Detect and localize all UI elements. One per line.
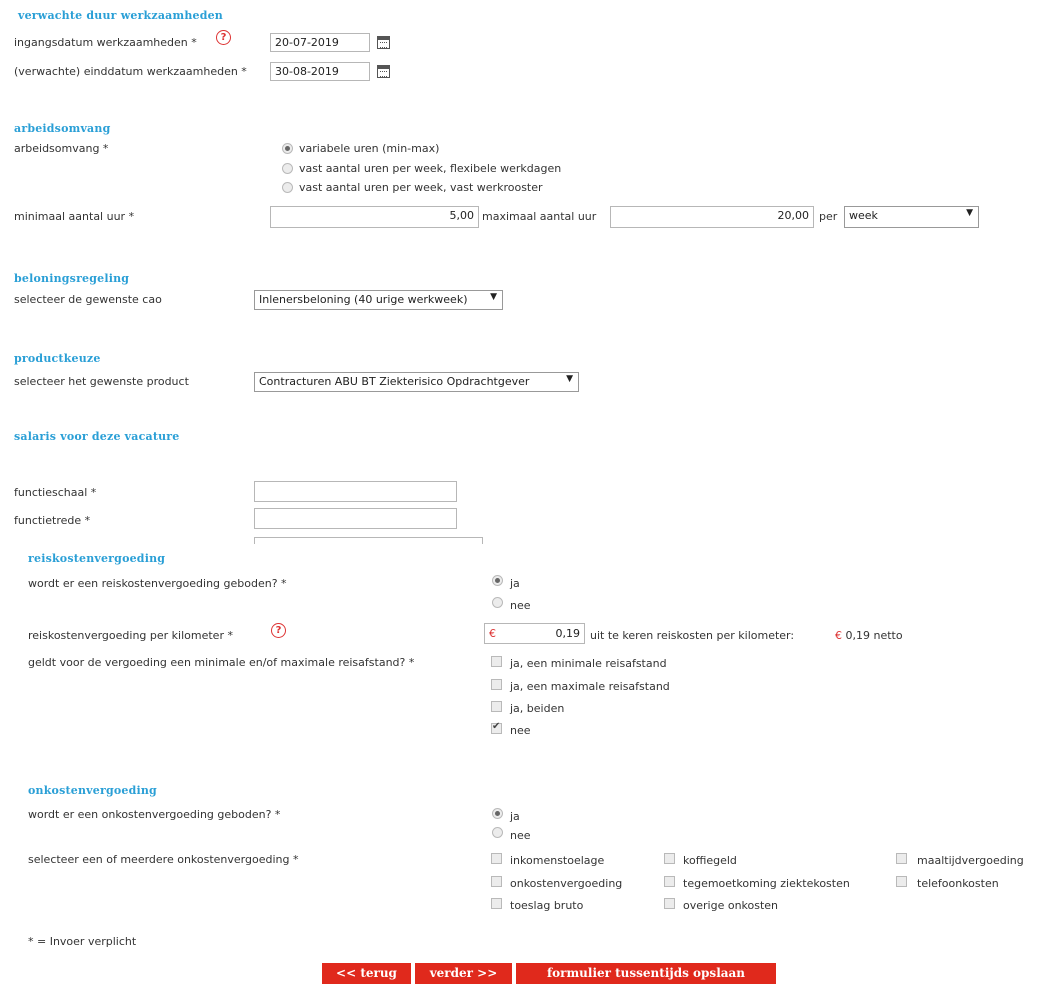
radio-onkosten-ja[interactable] bbox=[492, 808, 503, 819]
uit-label: uit te keren reiskosten per kilometer: bbox=[590, 629, 795, 642]
radio-label: ja bbox=[510, 810, 520, 823]
back-button[interactable]: << terug bbox=[322, 963, 411, 984]
radio-label: ja bbox=[510, 577, 520, 590]
max-hours-label: maximaal aantal uur bbox=[482, 210, 597, 223]
cao-select[interactable]: Inlenersbeloning (40 urige werkweek) ▼ bbox=[254, 290, 503, 310]
checkbox-afstand-max[interactable] bbox=[491, 679, 502, 690]
afstand-label: geldt voor de vergoeding een minimale en… bbox=[28, 656, 415, 669]
checkbox-maaltijdvergoeding[interactable] bbox=[896, 853, 907, 864]
uit-value-wrap: € 0,19 netto bbox=[835, 629, 903, 642]
radio-flexibel[interactable] bbox=[282, 163, 293, 174]
required-note: * = Invoer verplicht bbox=[28, 935, 137, 948]
checkbox-label: tegemoetkoming ziektekosten bbox=[683, 877, 850, 890]
calendar-icon[interactable] bbox=[377, 65, 390, 78]
functietrede-input[interactable] bbox=[254, 508, 457, 529]
checkbox-label: toeslag bruto bbox=[510, 899, 584, 912]
product-label: selecteer het gewenste product bbox=[14, 375, 189, 388]
per-km-label: reiskostenvergoeding per kilometer * bbox=[28, 629, 233, 642]
section-title-product: productkeuze bbox=[14, 352, 101, 365]
per-km-input[interactable]: € 0,19 bbox=[484, 623, 585, 644]
section-title-salaris: salaris voor deze vacature bbox=[14, 430, 180, 443]
per-label: per bbox=[819, 210, 838, 223]
euro-symbol: € bbox=[835, 629, 842, 642]
checkbox-label: overige onkosten bbox=[683, 899, 779, 912]
period-select[interactable]: week ▼ bbox=[844, 206, 979, 228]
end-date-label: (verwachte) einddatum werkzaamheden * bbox=[14, 65, 247, 78]
functieschaal-label: functieschaal * bbox=[14, 486, 97, 499]
checkbox-toeslag-bruto[interactable] bbox=[491, 898, 502, 909]
section-title-reis: reiskostenvergoeding bbox=[28, 552, 166, 565]
checkbox-onkostenvergoeding[interactable] bbox=[491, 876, 502, 887]
section-title-beloning: beloningsregeling bbox=[14, 272, 130, 285]
product-select[interactable]: Contracturen ABU BT Ziekterisico Opdrach… bbox=[254, 372, 579, 392]
period-value: week bbox=[849, 209, 878, 222]
radio-reis-ja[interactable] bbox=[492, 575, 503, 586]
save-draft-button[interactable]: formulier tussentijds opslaan bbox=[516, 963, 776, 984]
dropdown-arrow-icon: ▼ bbox=[566, 374, 573, 384]
radio-label: nee bbox=[510, 599, 531, 612]
checkbox-afstand-nee[interactable] bbox=[491, 721, 502, 734]
section-title-onkosten: onkostenvergoeding bbox=[28, 784, 157, 797]
checkbox-koffiegeld[interactable] bbox=[664, 853, 675, 864]
per-km-value: 0,19 bbox=[555, 627, 581, 640]
product-value: Contracturen ABU BT Ziekterisico Opdrach… bbox=[259, 375, 530, 388]
salary-input-partial bbox=[254, 537, 483, 544]
dropdown-arrow-icon: ▼ bbox=[966, 208, 973, 218]
checkbox-inkomenstoelage[interactable] bbox=[491, 853, 502, 864]
radio-onkosten-nee[interactable] bbox=[492, 827, 503, 838]
checkbox-label: koffiegeld bbox=[683, 854, 737, 867]
checkbox-label: onkostenvergoeding bbox=[510, 877, 623, 890]
checkbox-label: maaltijdvergoeding bbox=[917, 854, 1024, 867]
checkbox-label: inkomenstoelage bbox=[510, 854, 605, 867]
onkosten-select-label: selecteer een of meerdere onkostenvergoe… bbox=[28, 853, 299, 866]
radio-vast[interactable] bbox=[282, 182, 293, 193]
section-title-duur: verwachte duur werkzaamheden bbox=[18, 9, 224, 22]
reis-question: wordt er een reiskostenvergoeding gebode… bbox=[28, 577, 287, 590]
checkbox-label: ja, beiden bbox=[510, 702, 565, 715]
uit-value: 0,19 netto bbox=[845, 629, 903, 642]
checkbox-telefoonkosten[interactable] bbox=[896, 876, 907, 887]
checkbox-label: ja, een minimale reisafstand bbox=[510, 657, 667, 670]
radio-label: vast aantal uren per week, flexibele wer… bbox=[299, 162, 562, 175]
functietrede-label: functietrede * bbox=[14, 514, 91, 527]
checkbox-label: nee bbox=[510, 724, 531, 737]
omvang-label: arbeidsomvang * bbox=[14, 142, 109, 155]
cao-value: Inlenersbeloning (40 urige werkweek) bbox=[259, 293, 468, 306]
functieschaal-input[interactable] bbox=[254, 481, 457, 502]
radio-label: variabele uren (min-max) bbox=[299, 142, 440, 155]
radio-reis-nee[interactable] bbox=[492, 597, 503, 608]
checkbox-ziektekosten[interactable] bbox=[664, 876, 675, 887]
next-button[interactable]: verder >> bbox=[415, 963, 512, 984]
radio-variabele[interactable] bbox=[282, 143, 293, 154]
start-date-label: ingangsdatum werkzaamheden * bbox=[14, 36, 197, 49]
start-date-input[interactable]: 20-07-2019 bbox=[270, 33, 370, 52]
checkbox-overige-onkosten[interactable] bbox=[664, 898, 675, 909]
end-date-input[interactable]: 30-08-2019 bbox=[270, 62, 370, 81]
radio-label: nee bbox=[510, 829, 531, 842]
min-hours-label: minimaal aantal uur * bbox=[14, 210, 135, 223]
onkosten-question: wordt er een onkostenvergoeding geboden?… bbox=[28, 808, 281, 821]
calendar-icon[interactable] bbox=[377, 36, 390, 49]
min-hours-input[interactable]: 5,00 bbox=[270, 206, 479, 228]
radio-label: vast aantal uren per week, vast werkroos… bbox=[299, 181, 543, 194]
euro-symbol: € bbox=[489, 627, 496, 640]
max-hours-input[interactable]: 20,00 bbox=[610, 206, 814, 228]
checkbox-afstand-beiden[interactable] bbox=[491, 701, 502, 712]
section-title-omvang: arbeidsomvang bbox=[14, 122, 111, 135]
cao-label: selecteer de gewenste cao bbox=[14, 293, 162, 306]
help-icon[interactable]: ? bbox=[271, 623, 286, 638]
checkbox-label: ja, een maximale reisafstand bbox=[510, 680, 670, 693]
dropdown-arrow-icon: ▼ bbox=[490, 292, 497, 302]
checkbox-label: telefoonkosten bbox=[917, 877, 999, 890]
help-icon[interactable]: ? bbox=[216, 30, 231, 45]
checkbox-afstand-min[interactable] bbox=[491, 656, 502, 667]
